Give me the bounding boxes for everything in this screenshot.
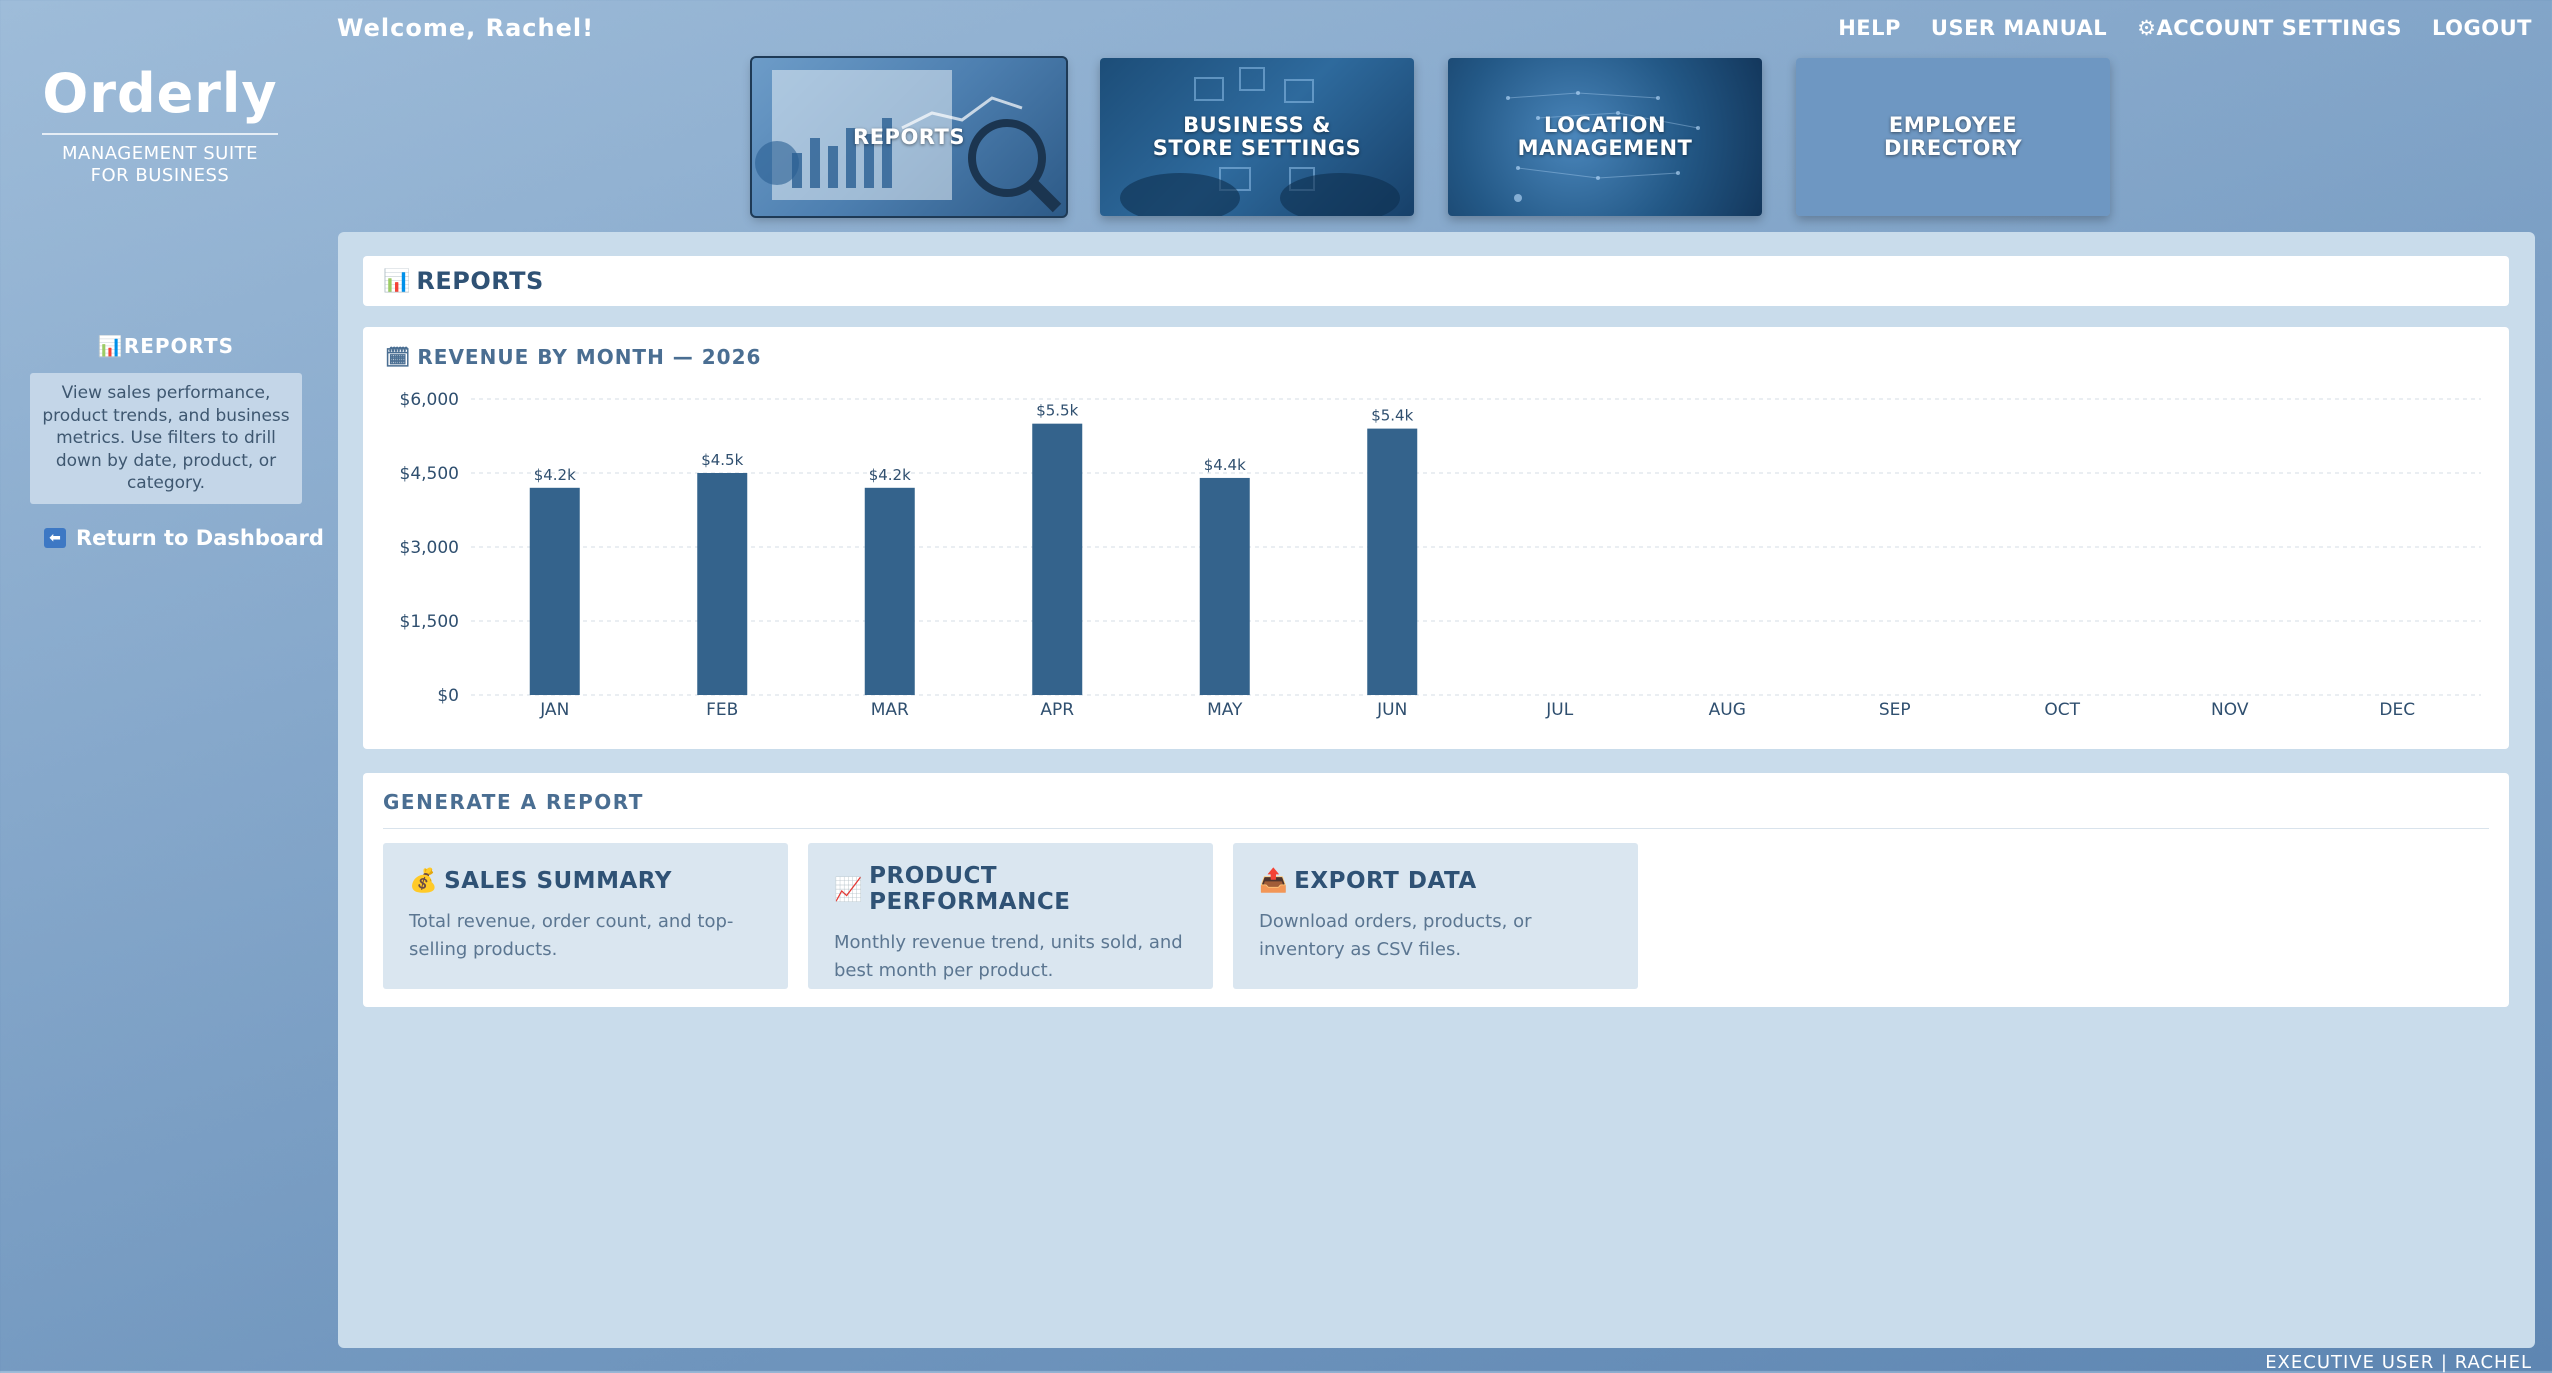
module-tiles: REPORTS BUSINESS & STORE SETTINGS LOCATI… bbox=[750, 56, 2110, 218]
x-tick-label: JUN bbox=[1376, 700, 1407, 720]
tile-employee-label: EMPLOYEE DIRECTORY bbox=[1884, 114, 2022, 160]
bar bbox=[697, 473, 748, 695]
product-performance-card[interactable]: 📈 PRODUCT PERFORMANCE Monthly revenue tre… bbox=[808, 843, 1213, 989]
tile-location-line-2: MANAGEMENT bbox=[1517, 136, 1693, 160]
chart-trend-icon: 📈 bbox=[834, 876, 864, 903]
arrow-left-icon: ⬅ bbox=[44, 528, 66, 548]
return-to-dashboard-label: Return to Dashboard bbox=[76, 526, 324, 550]
product-performance-title: PRODUCT PERFORMANCE bbox=[869, 863, 1071, 915]
bar bbox=[1032, 423, 1083, 695]
x-tick-label: MAY bbox=[1207, 700, 1243, 720]
x-tick-label: SEP bbox=[1879, 700, 1911, 720]
bar bbox=[1367, 428, 1418, 695]
x-tick-label: DEC bbox=[2379, 700, 2415, 720]
return-to-dashboard-link[interactable]: ⬅ Return to Dashboard bbox=[44, 526, 324, 550]
data-label: $5.4k bbox=[1371, 407, 1413, 425]
tile-location-management[interactable]: LOCATION MANAGEMENT bbox=[1448, 58, 1762, 216]
x-tick-label: AUG bbox=[1709, 700, 1746, 720]
data-label: $4.5k bbox=[701, 451, 743, 469]
tile-location-line-1: LOCATION bbox=[1543, 113, 1667, 137]
bar bbox=[864, 487, 915, 695]
x-tick-label: JAN bbox=[539, 700, 569, 720]
revenue-chart-panel: 🗓 REVENUE BY MONTH — 2026 $0 $1,500 $3,000… bbox=[363, 327, 2509, 749]
y-tick-label: $1,500 bbox=[400, 612, 459, 632]
x-tick-label: NOV bbox=[2211, 700, 2249, 720]
money-bag-icon: 💰 bbox=[409, 868, 439, 894]
footer-user-label: EXECUTIVE USER | RACHEL bbox=[2265, 1352, 2532, 1373]
export-data-card[interactable]: 📤 EXPORT DATA Download orders, products, … bbox=[1233, 843, 1638, 989]
data-label: $4.2k bbox=[534, 466, 576, 484]
sales-summary-description: Total revenue, order count, and top-sell… bbox=[409, 911, 734, 960]
bar-chart-icon: 📊 bbox=[97, 334, 124, 358]
data-label: $4.2k bbox=[869, 466, 911, 484]
tile-business-line-1: BUSINESS & bbox=[1183, 113, 1331, 137]
welcome-message: Welcome, Rachel! bbox=[337, 14, 595, 42]
product-performance-description: Monthly revenue trend, units sold, and b… bbox=[834, 932, 1183, 981]
report-cards: 💰 SALES SUMMARY Total revenue, order coun… bbox=[383, 843, 1638, 989]
bar-chart-icon: 📊 bbox=[383, 268, 411, 294]
brand-tagline: MANAGEMENT SUITE FOR BUSINESS bbox=[0, 143, 320, 187]
gear-icon: ⚙ bbox=[2137, 16, 2157, 40]
user-manual-link[interactable]: USER MANUAL bbox=[1931, 16, 2107, 40]
account-settings-label: ACCOUNT SETTINGS bbox=[2156, 16, 2403, 40]
y-tick-label: $0 bbox=[437, 686, 459, 706]
bar bbox=[529, 487, 580, 695]
data-label: $4.4k bbox=[1204, 456, 1246, 474]
data-label: $5.5k bbox=[1036, 402, 1078, 420]
sidebar-title-text: REPORTS bbox=[123, 334, 235, 358]
brand: Orderly MANAGEMENT SUITE FOR BUSINESS bbox=[0, 62, 320, 187]
y-tick-label: $4,500 bbox=[400, 464, 459, 484]
account-settings-link[interactable]: ⚙ACCOUNT SETTINGS bbox=[2137, 16, 2402, 40]
sales-summary-card[interactable]: 💰 SALES SUMMARY Total revenue, order coun… bbox=[383, 843, 788, 989]
divider bbox=[383, 828, 2489, 829]
tile-business-label: BUSINESS & STORE SETTINGS bbox=[1153, 114, 1361, 160]
sales-summary-title: SALES SUMMARY bbox=[444, 867, 672, 894]
page-title: REPORTS bbox=[416, 267, 544, 295]
sidebar-description: View sales performance, product trends, … bbox=[30, 373, 302, 504]
tagline-line-1: MANAGEMENT SUITE bbox=[62, 143, 258, 164]
x-tick-label: MAR bbox=[871, 700, 909, 720]
tagline-line-2: FOR BUSINESS bbox=[90, 165, 230, 186]
tile-employee-directory[interactable]: EMPLOYEE DIRECTORY bbox=[1796, 58, 2110, 216]
brand-logo: Orderly bbox=[42, 62, 278, 135]
x-tick-label: FEB bbox=[706, 700, 738, 720]
logout-link[interactable]: LOGOUT bbox=[2432, 16, 2532, 40]
y-tick-label: $6,000 bbox=[400, 390, 459, 410]
tile-business-store-settings[interactable]: BUSINESS & STORE SETTINGS bbox=[1100, 58, 1414, 216]
revenue-bar-chart: $0 $1,500 $3,000 $4,500 $6,000 JAN $4.2k FEB $4.… bbox=[400, 390, 2481, 720]
tile-reports-label: REPORTS bbox=[853, 124, 965, 149]
tile-reports[interactable]: REPORTS bbox=[750, 56, 1068, 218]
x-tick-label: JUL bbox=[1545, 700, 1573, 720]
help-link[interactable]: HELP bbox=[1838, 16, 1901, 40]
y-tick-label: $3,000 bbox=[400, 538, 459, 558]
generate-report-title: GENERATE A REPORT bbox=[383, 790, 644, 814]
tile-employee-line-2: DIRECTORY bbox=[1883, 136, 2023, 160]
tile-business-line-2: STORE SETTINGS bbox=[1152, 136, 1362, 160]
main-content: 📊 REPORTS 🗓 REVENUE BY MONTH — 2026 $0 $1… bbox=[338, 232, 2535, 1348]
bar bbox=[1199, 477, 1250, 695]
reports-header: 📊 REPORTS bbox=[363, 256, 2509, 306]
generate-report-panel: GENERATE A REPORT 💰 SALES SUMMARY Total r… bbox=[363, 773, 2509, 1007]
export-data-title: EXPORT DATA bbox=[1294, 867, 1477, 894]
x-tick-label: APR bbox=[1040, 700, 1074, 720]
top-nav: HELP USER MANUAL ⚙ACCOUNT SETTINGS LOGOU… bbox=[1838, 16, 2532, 40]
tile-employee-line-1: EMPLOYEE bbox=[1888, 113, 2018, 137]
export-data-description: Download orders, products, or inventory … bbox=[1259, 911, 1532, 960]
tile-location-label: LOCATION MANAGEMENT bbox=[1518, 114, 1693, 160]
sidebar-title: 📊REPORTS bbox=[30, 334, 302, 358]
x-tick-label: OCT bbox=[2044, 700, 2080, 720]
export-icon: 📤 bbox=[1259, 868, 1289, 894]
